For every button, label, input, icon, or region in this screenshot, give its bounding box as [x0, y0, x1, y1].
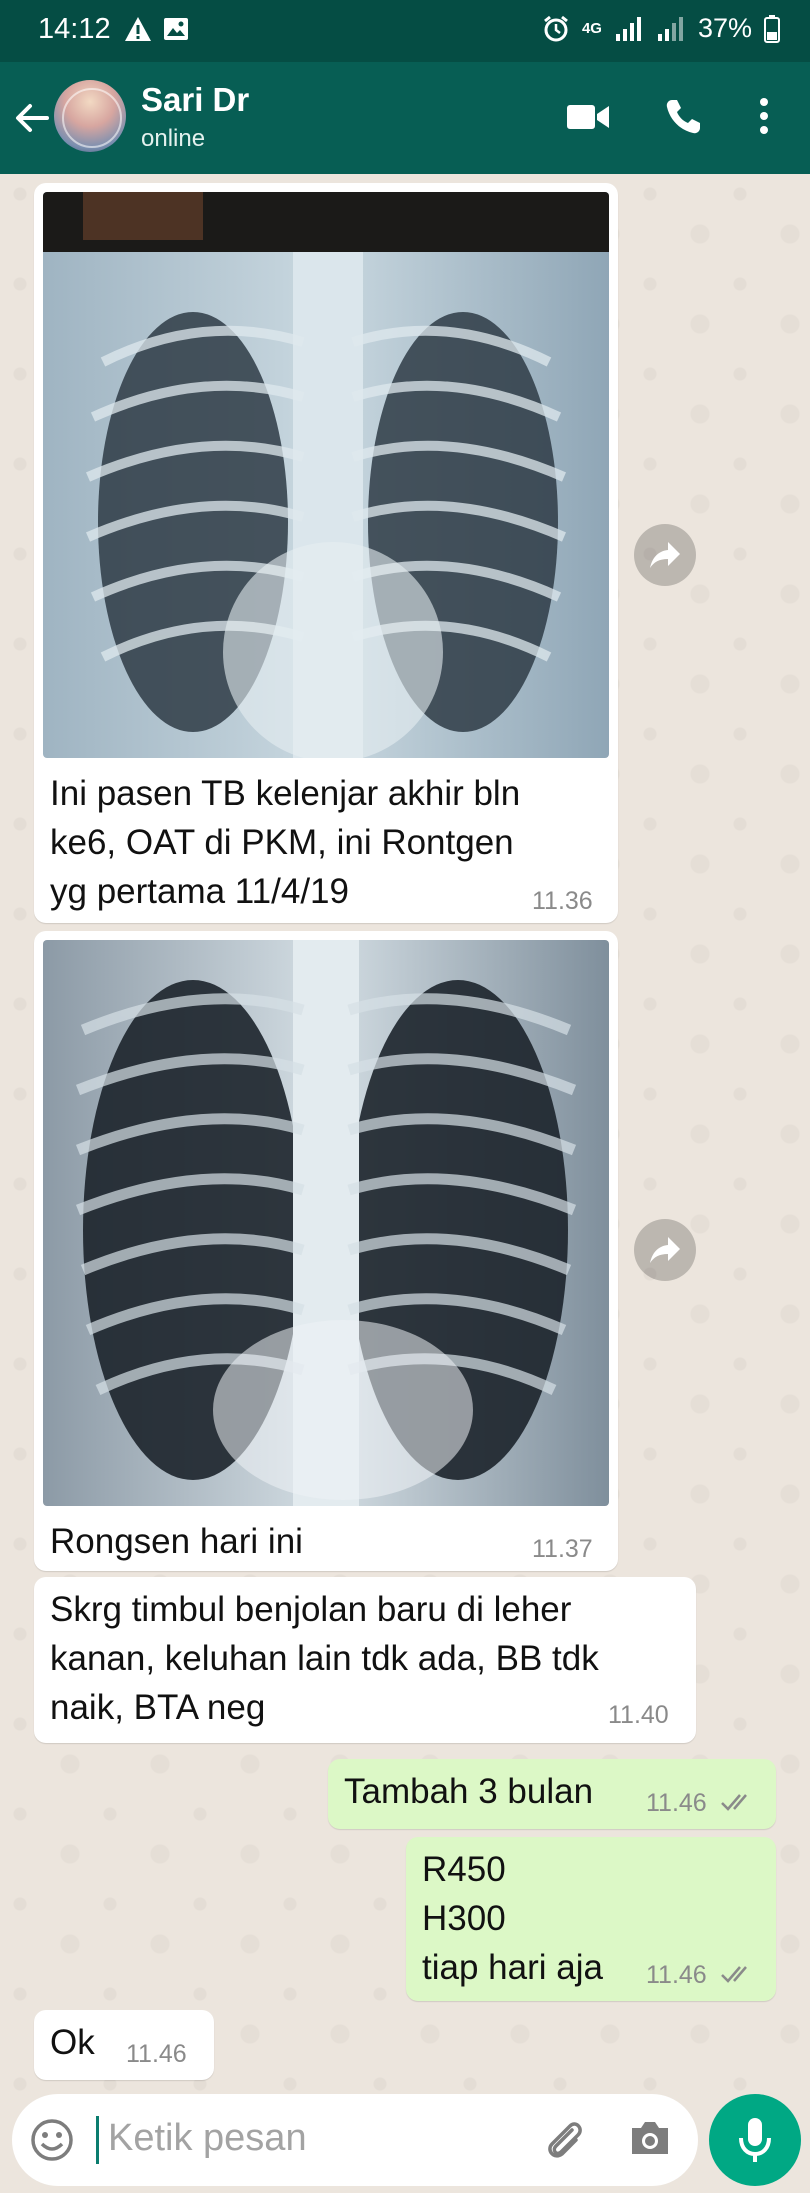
battery-percent: 37%	[697, 13, 752, 43]
signal-icon-2	[657, 16, 683, 41]
alarm-icon	[544, 15, 568, 41]
emoji-icon[interactable]	[30, 2118, 74, 2162]
forward-button[interactable]	[634, 1219, 696, 1281]
image-message[interactable]: Rongsen hari ini 11.37	[34, 931, 618, 1571]
forward-icon	[650, 542, 680, 568]
message-time: 11.46	[646, 1961, 707, 1989]
gallery-notification-icon	[164, 18, 188, 40]
message-text: Skrg timbul benjolan baru di leher kanan…	[50, 1590, 599, 1727]
contact-name[interactable]: Sari Dr	[141, 81, 249, 119]
chat-header: Sari Dr online	[0, 62, 810, 174]
warning-icon	[125, 17, 151, 41]
message-input[interactable]: Ketik pesan	[108, 2117, 307, 2160]
message-time: 11.40	[608, 1701, 669, 1729]
contact-status: online	[141, 125, 206, 152]
image-caption: Rongsen hari ini	[50, 1522, 303, 1561]
text-message[interactable]: Skrg timbul benjolan baru di leher kanan…	[34, 1577, 696, 1743]
double-check-icon	[721, 1966, 747, 1983]
status-time: 14:12	[38, 13, 111, 45]
forward-icon	[650, 1237, 680, 1263]
message-time: 11.46	[646, 1789, 707, 1817]
message-input-bar[interactable]: Ketik pesan	[12, 2094, 698, 2186]
message-time: 11.37	[532, 1535, 593, 1563]
attach-icon[interactable]	[542, 2116, 586, 2162]
battery-icon	[764, 14, 780, 43]
message-text: Tambah 3 bulan	[344, 1772, 594, 1811]
message-time: 11.46	[126, 2040, 187, 2068]
text-cursor	[96, 2116, 99, 2164]
microphone-icon	[739, 2118, 771, 2162]
outgoing-message[interactable]: R450 H300 tiap hari aja 11.46	[406, 1837, 776, 2001]
more-vert-icon[interactable]	[758, 96, 770, 136]
xray-image[interactable]	[43, 192, 609, 758]
phone-icon[interactable]	[664, 98, 702, 136]
chat-area[interactable]: Ini pasen TB kelenjar akhir bln ke6, OAT…	[0, 174, 810, 2093]
forward-button[interactable]	[634, 524, 696, 586]
message-text: Ok	[50, 2023, 95, 2062]
message-text: R450 H300 tiap hari aja	[422, 1850, 603, 1987]
text-message[interactable]: Ok 11.46	[34, 2010, 214, 2080]
camera-icon[interactable]	[628, 2118, 672, 2158]
mic-button[interactable]	[709, 2094, 801, 2186]
image-caption: Ini pasen TB kelenjar akhir bln ke6, OAT…	[50, 774, 521, 911]
back-arrow-icon[interactable]	[14, 100, 50, 136]
outgoing-message[interactable]: Tambah 3 bulan 11.46	[328, 1759, 776, 1829]
video-call-icon[interactable]	[566, 102, 610, 132]
status-bar: 14:12 4G 37%	[0, 0, 810, 62]
avatar[interactable]	[54, 80, 126, 152]
image-message[interactable]: Ini pasen TB kelenjar akhir bln ke6, OAT…	[34, 183, 618, 923]
message-time: 11.36	[532, 887, 593, 915]
xray-image[interactable]	[43, 940, 609, 1506]
double-check-icon	[721, 1794, 747, 1811]
signal-icon	[615, 16, 641, 41]
network-type: 4G	[581, 20, 602, 37]
